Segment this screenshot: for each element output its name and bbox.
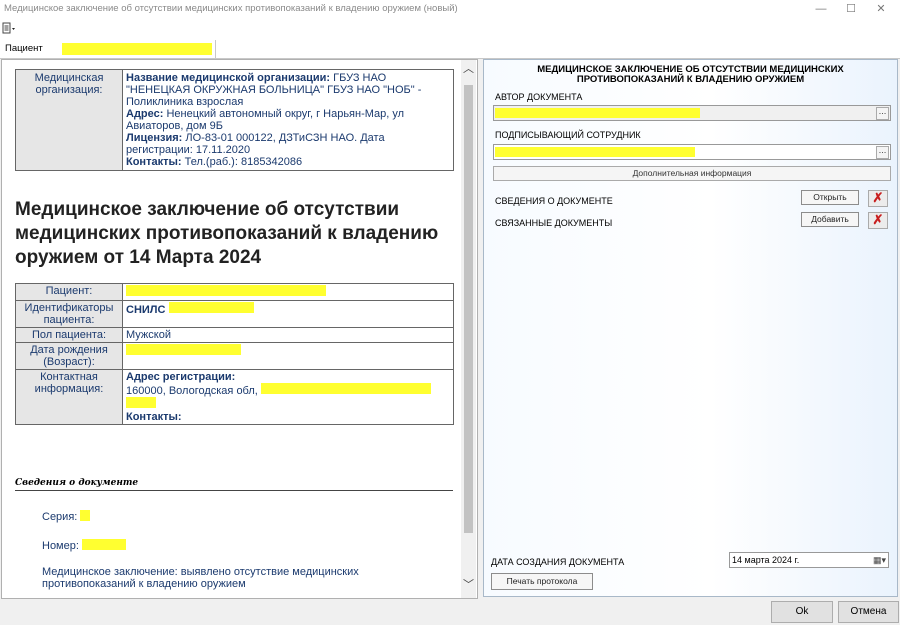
snils-label: СНИЛС [126, 304, 166, 316]
signer-browse-button[interactable]: … [876, 146, 889, 159]
number-field: Номер: [42, 539, 126, 552]
org-address-value: Ненецкий автономный округ, г Нарьян-Мар,… [126, 108, 405, 132]
birth-date-cell [122, 342, 454, 370]
signer-field[interactable]: … [493, 144, 891, 160]
author-browse-button[interactable]: … [876, 107, 889, 120]
document-title: Медицинское заключение об отсутствии мед… [15, 199, 439, 268]
birth-date-redacted [126, 344, 241, 355]
patient-table: Пациент: Идентификаторы пациента: СНИЛС … [15, 283, 454, 425]
additional-info-button[interactable]: Дополнительная информация [493, 166, 891, 181]
organization-details: Название медицинской организации: ГБУЗ Н… [122, 69, 454, 171]
window-title: Медицинское заключение об отсутствии мед… [4, 3, 458, 14]
linked-docs-label: СВЯЗАННЫЕ ДОКУМЕНТЫ [495, 218, 613, 228]
tab-patient[interactable]: Пациент [0, 40, 216, 58]
contact-info-label: Контактная информация: [15, 369, 123, 425]
close-button[interactable]: ✕ [866, 0, 896, 18]
created-date-label: ДАТА СОЗДАНИЯ ДОКУМЕНТА [491, 557, 625, 567]
document-dropdown-icon[interactable] [2, 22, 16, 35]
patient-name-label: Пациент: [15, 283, 123, 301]
author-field[interactable]: … [493, 105, 891, 121]
reg-address-label: Адрес регистрации: [126, 371, 236, 383]
org-contacts-label: Контакты: [126, 156, 182, 168]
series-redacted [80, 510, 91, 521]
document-properties-panel: МЕДИЦИНСКОЕ ЗАКЛЮЧЕНИЕ ОБ ОТСУТСТВИИ МЕД… [483, 59, 898, 597]
organization-label: Медицинская организация: [15, 69, 123, 171]
open-button[interactable]: Открыть [801, 190, 859, 205]
created-date-value: 14 марта 2024 г. [732, 555, 800, 565]
vertical-scrollbar[interactable]: ︿ ﹀ [461, 60, 476, 598]
org-name-label: Название медицинской организации: [126, 72, 331, 84]
doc-info-section-label: СВЕДЕНИЯ О ДОКУМЕНТЕ [495, 196, 613, 206]
org-contacts-value: Тел.(раб.): 8185342086 [181, 156, 303, 168]
gender-value: Мужской [122, 327, 454, 343]
add-button[interactable]: Добавить [801, 212, 859, 227]
series-field: Серия: [42, 510, 91, 523]
reg-address-redacted-2 [126, 397, 156, 408]
patient-name-redacted [62, 43, 212, 55]
birth-date-label: Дата рождения (Возраст): [15, 342, 123, 370]
calendar-dropdown-icon[interactable]: ▦▾ [873, 553, 886, 567]
snils-redacted [168, 302, 254, 313]
series-label: Серия: [42, 511, 78, 523]
gender-label: Пол пациента: [15, 327, 123, 343]
patient-name-redacted-value [126, 285, 326, 296]
doc-info-header: Сведения о документе [15, 478, 453, 491]
document-preview-panel: Медицинская организация: Название медици… [1, 59, 478, 599]
contact-info-cell: Адрес регистрации: 160000, Вологодская о… [122, 369, 454, 425]
panel-title: МЕДИЦИНСКОЕ ЗАКЛЮЧЕНИЕ ОБ ОТСУТСТВИИ МЕД… [537, 64, 844, 85]
scroll-down-icon[interactable]: ﹀ [461, 578, 476, 593]
patient-ids-cell: СНИЛС [122, 300, 454, 328]
delete-doc-info-icon[interactable]: ✗ [868, 190, 888, 207]
document-preview: Медицинская организация: Название медици… [2, 60, 460, 598]
org-address-label: Адрес: [126, 108, 164, 120]
minimize-button[interactable]: — [806, 0, 836, 18]
patient-name-cell [122, 283, 454, 301]
ok-button[interactable]: Ok [771, 601, 833, 623]
cancel-button[interactable]: Отмена [838, 601, 899, 623]
patient-ids-label: Идентификаторы пациента: [15, 300, 123, 328]
title-bar: Медицинское заключение об отсутствии мед… [0, 0, 900, 18]
toolbar [0, 18, 900, 40]
scroll-up-icon[interactable]: ︿ [461, 62, 476, 77]
tab-patient-label: Пациент [5, 43, 43, 54]
signer-redacted [495, 147, 695, 157]
maximize-button[interactable]: ☐ [836, 0, 866, 18]
scrollbar-thumb[interactable] [464, 85, 473, 533]
tab-strip: Пациент [0, 40, 900, 59]
conclusion-text: Медицинское заключение: выявлено отсутст… [42, 566, 359, 590]
created-date-picker[interactable]: 14 марта 2024 г. ▦▾ [729, 552, 889, 568]
author-label: АВТОР ДОКУМЕНТА [495, 92, 583, 102]
contacts-label: Контакты: [126, 411, 182, 423]
organization-table: Медицинская организация: Название медици… [15, 69, 454, 171]
author-redacted [495, 108, 700, 118]
number-redacted [81, 539, 126, 550]
reg-address-value: 160000, Вологодская обл, [126, 385, 258, 397]
signer-label: ПОДПИСЫВАЮЩИЙ СОТРУДНИК [495, 130, 641, 140]
reg-address-redacted [260, 383, 431, 394]
org-license-label: Лицензия: [126, 132, 183, 144]
print-protocol-button[interactable]: Печать протокола [491, 573, 593, 590]
delete-linked-doc-icon[interactable]: ✗ [868, 212, 888, 229]
number-label: Номер: [42, 540, 79, 552]
